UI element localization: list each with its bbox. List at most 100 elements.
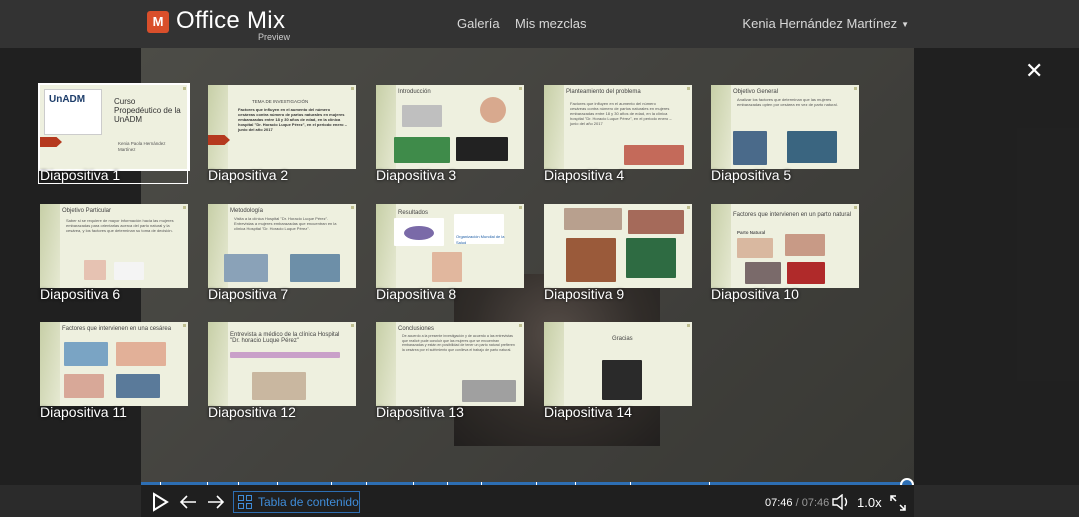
slide-corner-mark <box>854 206 857 209</box>
slide-image <box>624 145 684 165</box>
slide-thumbnail-10[interactable]: Factores que intervienen en un parto nat… <box>711 204 859 302</box>
slide-title: Factores que intervienen en un parto nat… <box>733 212 852 218</box>
slide-corner-mark <box>519 87 522 90</box>
slide-image <box>566 238 616 282</box>
slide-image <box>116 374 160 398</box>
slide-corner-mark <box>519 206 522 209</box>
preview-badge: Preview <box>258 32 291 42</box>
slide-label: Diapositiva 12 <box>208 404 296 420</box>
nav-my-mixes-link[interactable]: Mis mezclas <box>515 16 587 31</box>
slide-image <box>462 380 516 402</box>
user-menu[interactable]: Kenia Hernández Martínez ▼ <box>742 16 909 31</box>
slide-image <box>432 252 462 282</box>
time-separator: / <box>795 497 799 509</box>
slide-thumbnail-11[interactable]: Factores que intervienen en una cesárea D… <box>40 322 188 420</box>
slide-preview: Gracias <box>544 322 692 406</box>
arrow-left-icon[interactable] <box>178 494 198 510</box>
slide-preview: Resultados Organización Mundial de la Sal… <box>376 204 524 288</box>
leaf-decoration <box>208 322 228 406</box>
slide-thumbnail-3[interactable]: Introducción Diapositiva 3 <box>376 85 524 183</box>
slide-label: Diapositiva 1 <box>40 167 121 183</box>
close-icon[interactable]: ✕ <box>1025 60 1043 82</box>
leaf-decoration <box>40 204 60 288</box>
slide-body: De acuerdo a la presente investigación y… <box>402 334 515 352</box>
time-total: 07:46 <box>801 497 830 509</box>
leaf-decoration <box>40 322 60 406</box>
slide-image <box>84 260 106 280</box>
slide-label: Diapositiva 14 <box>544 404 632 420</box>
leaf-decoration <box>544 85 564 169</box>
slide-title: Conclusiones <box>398 326 435 332</box>
leaf-decoration <box>376 204 396 288</box>
slide-thumbnail-8[interactable]: Resultados Organización Mundial de la Sal… <box>376 204 524 302</box>
slide-corner-mark <box>854 87 857 90</box>
slide-title: Objetivo Particular <box>62 208 112 214</box>
slide-title: Planteamiento del problema <box>566 89 641 95</box>
slide-image <box>480 97 506 123</box>
slide-image <box>64 342 108 366</box>
slide-thumbnail-12[interactable]: Entrevista a médico de la clínica Hospit… <box>208 322 356 420</box>
slide-image <box>628 210 684 234</box>
slide-title: Entrevista a médico de la clínica Hospit… <box>230 332 340 344</box>
slide-body: Factores que influyen en el aumento del … <box>238 107 347 132</box>
slide-image <box>394 137 450 163</box>
playback-speed[interactable]: 1.0x <box>857 495 882 510</box>
office-mix-logo-icon[interactable]: M <box>147 11 169 33</box>
slide-link <box>230 352 340 358</box>
nav-gallery-link[interactable]: Galería <box>457 16 500 31</box>
slide-label: Diapositiva 10 <box>711 286 799 302</box>
leaf-decoration <box>711 85 731 169</box>
table-of-contents-button[interactable]: Tabla de contenido <box>233 491 360 513</box>
slide-image <box>733 131 767 165</box>
slide-preview: Introducción <box>376 85 524 169</box>
slide-preview: Factores que intervienen en una cesárea <box>40 322 188 406</box>
slide-thumbnail-9[interactable]: Diapositiva 9 <box>544 204 692 302</box>
arrow-right-icon[interactable] <box>206 494 226 510</box>
app-title[interactable]: Office Mix <box>176 7 285 35</box>
slide-thumbnail-13[interactable]: Conclusiones De acuerdo a la presente inv… <box>376 322 524 420</box>
fullscreen-icon[interactable] <box>889 494 907 512</box>
slide-title: Factores que intervienen en una cesárea <box>62 326 172 332</box>
slide-image <box>745 262 781 284</box>
play-icon[interactable] <box>151 492 169 512</box>
slide-label: Diapositiva 8 <box>376 286 457 302</box>
top-bar: M Office Mix Preview Galería Mis mezclas… <box>0 0 1079 48</box>
slide-image <box>602 360 642 400</box>
slide-thumbnail-4[interactable]: Planteamiento del problema Factores que i… <box>544 85 692 183</box>
toc-label: Tabla de contenido <box>258 495 359 509</box>
slide-thumbnail-14[interactable]: Gracias Diapositiva 14 <box>544 322 692 420</box>
slide-body: Saber si se requiere de mayor informació… <box>66 218 174 233</box>
slide-corner-mark <box>687 206 690 209</box>
slide-preview: Objetivo General Analizar los factores qu… <box>711 85 859 169</box>
slide-label: Diapositiva 9 <box>544 286 625 302</box>
slide-image <box>626 238 676 278</box>
caret-down-icon: ▼ <box>901 20 909 30</box>
slide-corner-mark <box>687 87 690 90</box>
slide-image <box>737 238 773 258</box>
slide-preview: Objetivo Particular Saber si se requiere … <box>40 204 188 288</box>
slide-image <box>456 137 508 161</box>
slide-image <box>252 372 306 400</box>
slide-image <box>787 262 825 284</box>
slide-preview: TEMA DE INVESTIGACIÓN Factores que influy… <box>208 85 356 169</box>
pie-chart-graphic <box>404 226 434 240</box>
slide-thumbnail-6[interactable]: Objetivo Particular Saber si se requiere … <box>40 204 188 302</box>
slide-corner-mark <box>351 324 354 327</box>
slide-thumbnail-5[interactable]: Objetivo General Analizar los factores qu… <box>711 85 859 183</box>
slide-preview: Metodología Visita a la clínica Hospital … <box>208 204 356 288</box>
slide-image <box>64 374 104 398</box>
slide-preview: Planteamiento del problema Factores que i… <box>544 85 692 169</box>
leaf-decoration <box>208 85 228 169</box>
volume-icon[interactable] <box>831 494 851 510</box>
slide-image <box>785 234 825 256</box>
slide-corner-mark <box>519 324 522 327</box>
slide-thumbnail-2[interactable]: TEMA DE INVESTIGACIÓN Factores que influy… <box>208 85 356 183</box>
slide-thumbnail-1[interactable]: UnADM Curso Propedéutico de la UnADM Kenia… <box>38 83 190 184</box>
slide-title: TEMA DE INVESTIGACIÓN <box>252 99 309 104</box>
slide-label: Diapositiva 2 <box>208 167 289 183</box>
slide-label: Diapositiva 4 <box>544 167 625 183</box>
slide-corner-mark <box>351 206 354 209</box>
slide-thumbnail-7[interactable]: Metodología Visita a la clínica Hospital … <box>208 204 356 302</box>
slide-label: Diapositiva 5 <box>711 167 792 183</box>
slide-image <box>224 254 268 282</box>
